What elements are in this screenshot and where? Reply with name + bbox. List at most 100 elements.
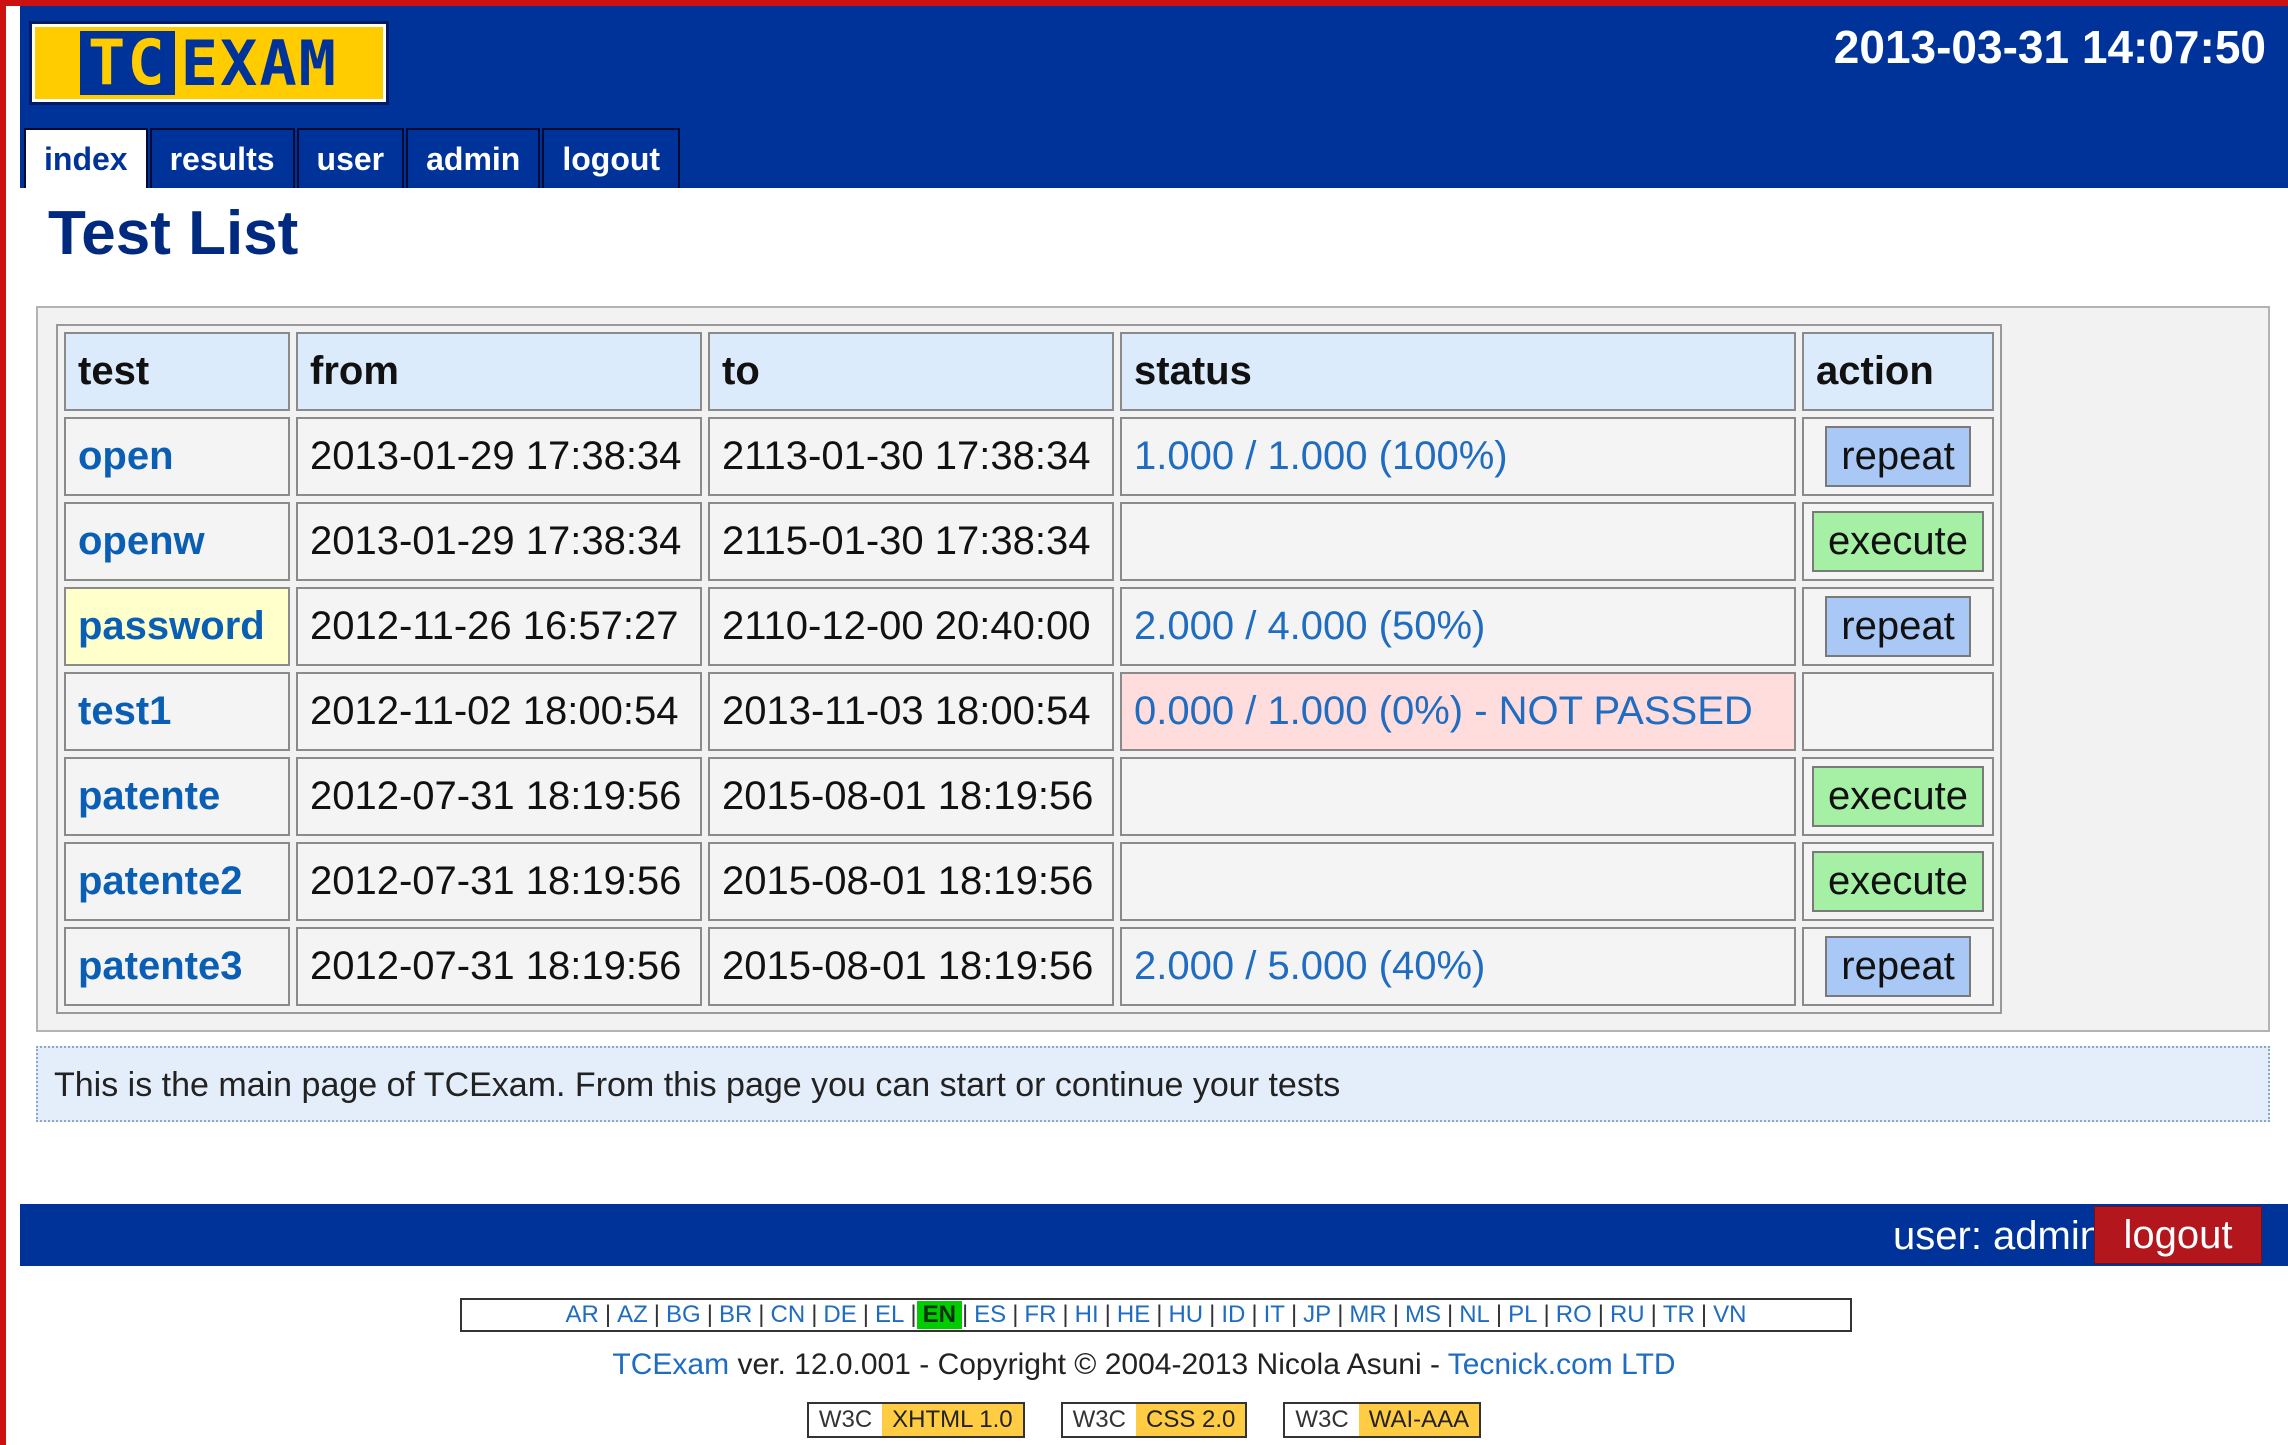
language-link-el[interactable]: EL — [869, 1301, 910, 1329]
language-link-hi[interactable]: HI — [1069, 1301, 1105, 1329]
main-menu-tabs: index results user admin logout — [24, 128, 682, 188]
action-cell: execute — [1802, 757, 1994, 836]
w3c-label: W3C — [1285, 1404, 1359, 1436]
tcexam-link[interactable]: TCExam — [612, 1348, 729, 1381]
copyright-text: ver. 12.0.001 - Copyright © 2004-2013 Ni… — [729, 1348, 1448, 1381]
xhtml-badge[interactable]: W3C XHTML 1.0 — [806, 1402, 1025, 1438]
execute-button[interactable]: execute — [1811, 511, 1985, 572]
column-header-from: from — [296, 332, 702, 411]
test-status-failed[interactable]: 0.000 / 1.000 (0%) - NOT PASSED — [1120, 672, 1796, 751]
repeat-button[interactable]: repeat — [1825, 936, 1971, 997]
datetime-clock: 2013-03-31 14:07:50 — [1833, 21, 2266, 73]
execute-button[interactable]: execute — [1811, 766, 1985, 827]
language-current-en: EN — [916, 1301, 962, 1329]
language-link-vn[interactable]: VN — [1707, 1301, 1752, 1329]
test-to-date: 2110-12-00 20:40:00 — [708, 587, 1114, 666]
language-link-he[interactable]: HE — [1111, 1301, 1156, 1329]
test-name-link[interactable]: patente2 — [64, 842, 290, 921]
table-row: open 2013-01-29 17:38:34 2113-01-30 17:3… — [64, 417, 1994, 496]
test-name-link[interactable]: open — [64, 417, 290, 496]
page-help-info: This is the main page of TCExam. From th… — [36, 1046, 2270, 1122]
language-link-br[interactable]: BR — [713, 1301, 758, 1329]
test-from-date: 2012-11-26 16:57:27 — [296, 587, 702, 666]
tab-user[interactable]: user — [296, 128, 405, 188]
language-link-es[interactable]: ES — [968, 1301, 1012, 1329]
language-link-tr[interactable]: TR — [1657, 1301, 1701, 1329]
language-link-hu[interactable]: HU — [1162, 1301, 1209, 1329]
table-row: openw 2013-01-29 17:38:34 2115-01-30 17:… — [64, 502, 1994, 581]
wai-badge[interactable]: W3C WAI-AAA — [1283, 1402, 1482, 1438]
language-link-ro[interactable]: RO — [1550, 1301, 1598, 1329]
action-cell: execute — [1802, 502, 1994, 581]
standard-label: CSS 2.0 — [1135, 1404, 1246, 1436]
action-cell — [1802, 672, 1994, 751]
standard-label: WAI-AAA — [1358, 1404, 1480, 1436]
table-header-row: test from to status action — [64, 332, 1994, 411]
test-status — [1120, 842, 1796, 921]
tab-logout[interactable]: logout — [542, 128, 681, 188]
language-link-cn[interactable]: CN — [765, 1301, 812, 1329]
test-status[interactable]: 2.000 / 5.000 (40%) — [1120, 927, 1796, 1006]
test-name-link[interactable]: patente — [64, 757, 290, 836]
test-from-date: 2012-07-31 18:19:56 — [296, 842, 702, 921]
test-to-date: 2015-08-01 18:19:56 — [708, 842, 1114, 921]
language-link-it[interactable]: IT — [1258, 1301, 1291, 1329]
tab-results[interactable]: results — [149, 128, 295, 188]
test-status[interactable]: 1.000 / 1.000 (100%) — [1120, 417, 1796, 496]
tab-index[interactable]: index — [24, 128, 148, 188]
test-to-date: 2013-11-03 18:00:54 — [708, 672, 1114, 751]
w3c-label: W3C — [808, 1404, 883, 1436]
test-name-link[interactable]: test1 — [64, 672, 290, 751]
language-link-ms[interactable]: MS — [1399, 1301, 1447, 1329]
test-list-table: test from to status action open 2013-01-… — [56, 324, 2002, 1014]
logged-user-label: user: admin — [1893, 1214, 2102, 1258]
test-name-link[interactable]: patente3 — [64, 927, 290, 1006]
action-cell: repeat — [1802, 587, 1994, 666]
w3c-label: W3C — [1062, 1404, 1136, 1436]
logo-text-tc: TC — [80, 31, 175, 95]
tecnick-link[interactable]: Tecnick.com LTD — [1448, 1348, 1676, 1381]
test-from-date: 2012-07-31 18:19:56 — [296, 927, 702, 1006]
language-link-nl[interactable]: NL — [1453, 1301, 1496, 1329]
test-name-link[interactable]: openw — [64, 502, 290, 581]
test-name-link[interactable]: password — [64, 587, 290, 666]
test-to-date: 2113-01-30 17:38:34 — [708, 417, 1114, 496]
language-link-ru[interactable]: RU — [1604, 1301, 1651, 1329]
w3c-badges: W3C XHTML 1.0 W3C CSS 2.0 W3C WAI-AAA — [0, 1402, 2288, 1438]
action-cell: repeat — [1802, 417, 1994, 496]
header: TC EXAM 2013-03-31 14:07:50 index result… — [20, 6, 2288, 188]
footer-user-bar: user: admin logout — [20, 1204, 2288, 1266]
repeat-button[interactable]: repeat — [1825, 426, 1971, 487]
footer-logout-button[interactable]: logout — [2094, 1206, 2262, 1264]
language-link-fr[interactable]: FR — [1018, 1301, 1062, 1329]
test-to-date: 2015-08-01 18:19:56 — [708, 927, 1114, 1006]
test-from-date: 2013-01-29 17:38:34 — [296, 417, 702, 496]
tcexam-logo[interactable]: TC EXAM — [29, 21, 389, 105]
column-header-to: to — [708, 332, 1114, 411]
table-row: password 2012-11-26 16:57:27 2110-12-00 … — [64, 587, 1994, 666]
css-badge[interactable]: W3C CSS 2.0 — [1060, 1402, 1248, 1438]
standard-label: XHTML 1.0 — [882, 1404, 1023, 1436]
tab-admin[interactable]: admin — [406, 128, 541, 188]
language-link-id[interactable]: ID — [1215, 1301, 1251, 1329]
page-title: Test List — [48, 199, 299, 268]
test-status — [1120, 502, 1796, 581]
language-link-jp[interactable]: JP — [1297, 1301, 1337, 1329]
language-link-bg[interactable]: BG — [660, 1301, 707, 1329]
test-list-panel: test from to status action open 2013-01-… — [36, 306, 2270, 1032]
language-link-ar[interactable]: AR — [560, 1301, 605, 1329]
test-to-date: 2115-01-30 17:38:34 — [708, 502, 1114, 581]
column-header-test: test — [64, 332, 290, 411]
test-status[interactable]: 2.000 / 4.000 (50%) — [1120, 587, 1796, 666]
repeat-button[interactable]: repeat — [1825, 596, 1971, 657]
column-header-action: action — [1802, 332, 1994, 411]
test-status — [1120, 757, 1796, 836]
table-row: patente 2012-07-31 18:19:56 2015-08-01 1… — [64, 757, 1994, 836]
execute-button[interactable]: execute — [1811, 851, 1985, 912]
language-link-pl[interactable]: PL — [1502, 1301, 1543, 1329]
test-from-date: 2012-11-02 18:00:54 — [296, 672, 702, 751]
table-row: test1 2012-11-02 18:00:54 2013-11-03 18:… — [64, 672, 1994, 751]
language-link-az[interactable]: AZ — [611, 1301, 654, 1329]
language-link-mr[interactable]: MR — [1343, 1301, 1392, 1329]
language-link-de[interactable]: DE — [817, 1301, 862, 1329]
